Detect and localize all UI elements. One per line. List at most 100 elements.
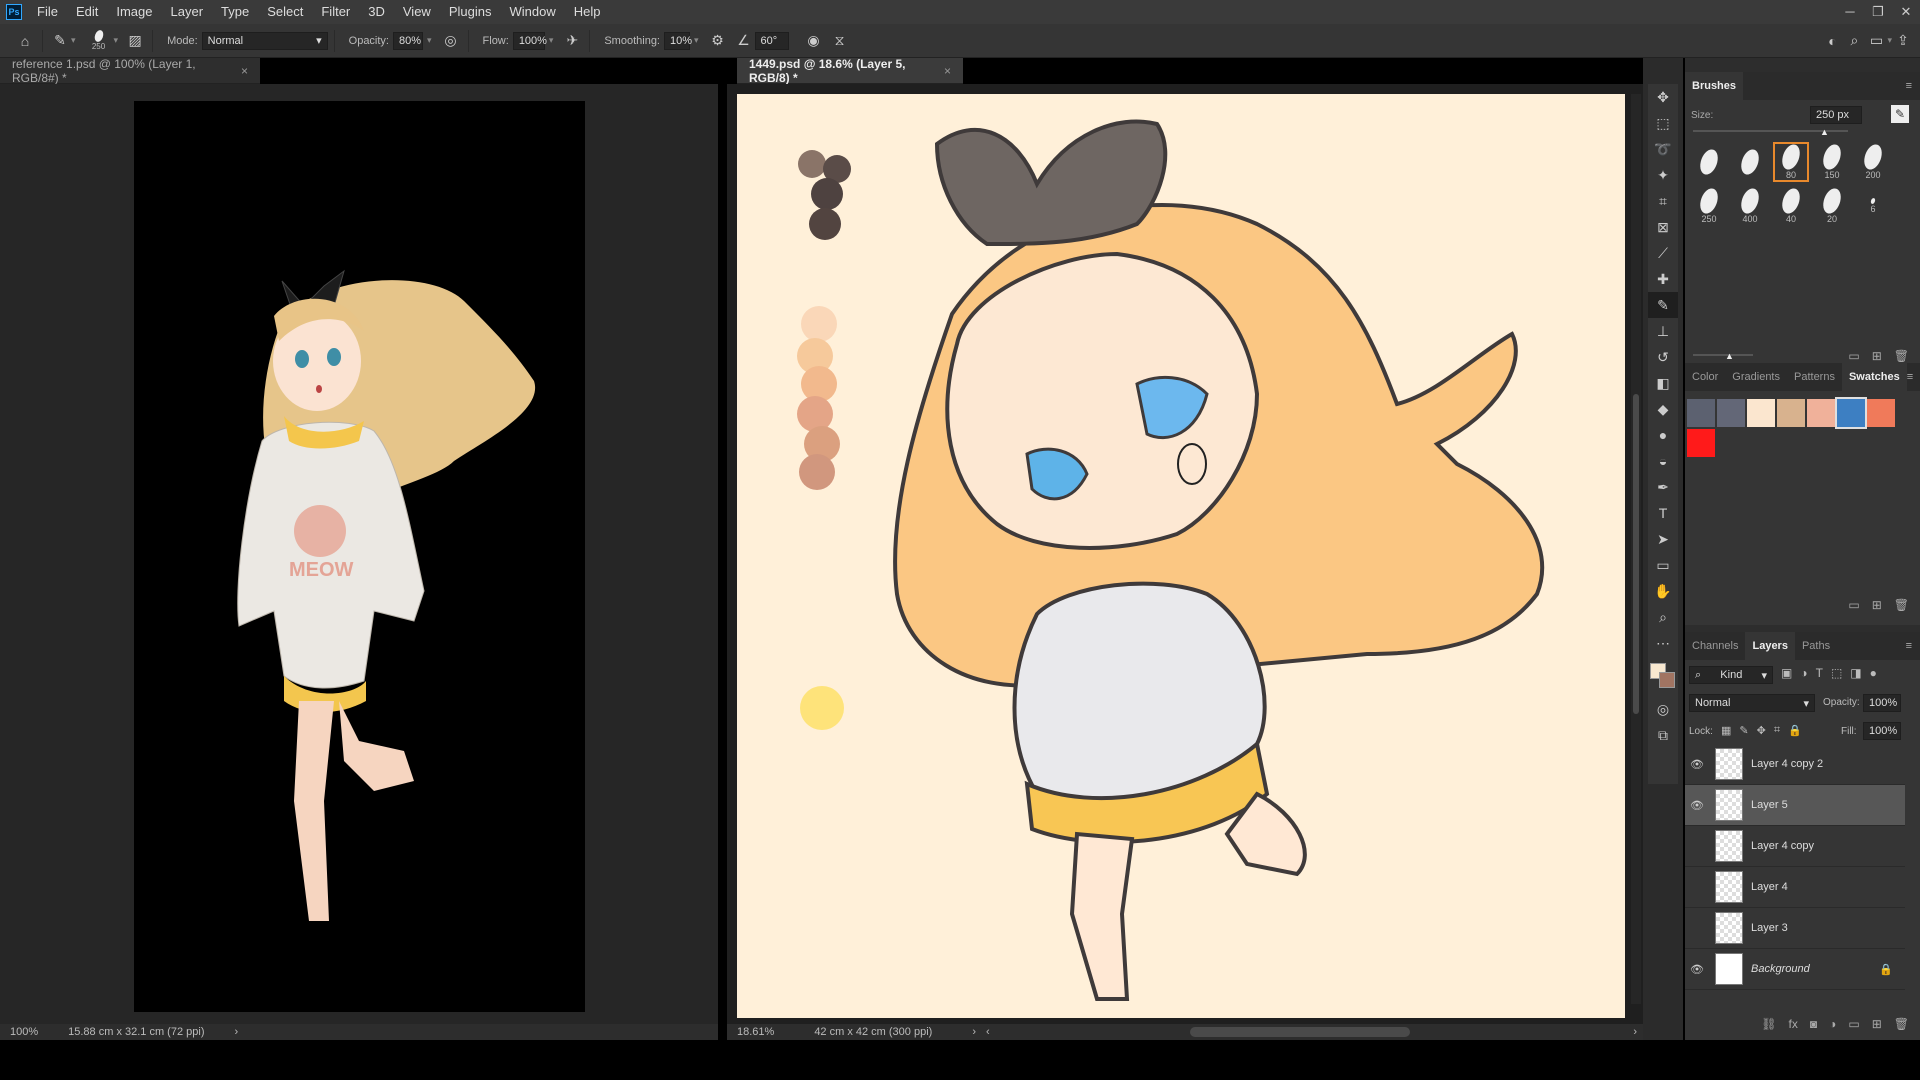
chevron-down-icon[interactable]: ▾ bbox=[549, 35, 554, 46]
path-select-icon[interactable]: ➤ bbox=[1648, 526, 1678, 552]
tab-channels[interactable]: Channels bbox=[1685, 632, 1745, 660]
left-zoom-value[interactable]: 100% bbox=[10, 1026, 38, 1038]
opacity-field[interactable]: 80% bbox=[393, 31, 423, 50]
brush-preset-2[interactable] bbox=[1732, 142, 1768, 182]
tab-color[interactable]: Color bbox=[1685, 363, 1725, 391]
painting-document-area[interactable] bbox=[727, 84, 1643, 1024]
background-color[interactable] bbox=[1659, 672, 1675, 688]
layer-row[interactable]: Layer 4 copy bbox=[1685, 826, 1905, 867]
layer-opacity-field[interactable]: 100% bbox=[1863, 694, 1901, 712]
adjustment-filter-icon[interactable]: ◑ bbox=[1800, 666, 1807, 680]
adjustment-icon[interactable]: ◑ bbox=[1829, 1017, 1836, 1031]
menu-plugins[interactable]: Plugins bbox=[440, 0, 501, 24]
brush-size-field[interactable]: 250 px bbox=[1810, 106, 1862, 124]
swatch-5[interactable] bbox=[1807, 399, 1835, 427]
layer-row[interactable]: Layer 3 bbox=[1685, 908, 1905, 949]
pressure-opacity-icon[interactable]: ◎ bbox=[440, 30, 462, 52]
type-filter-icon[interactable]: T bbox=[1816, 666, 1823, 680]
menu-help[interactable]: Help bbox=[565, 0, 610, 24]
pen-tool-icon[interactable]: ✒ bbox=[1648, 474, 1678, 500]
fx-icon[interactable]: fx bbox=[1789, 1017, 1798, 1031]
layer-name[interactable]: Layer 4 bbox=[1751, 881, 1788, 893]
lock-transparency-icon[interactable]: ▦ bbox=[1721, 724, 1731, 737]
more-tools-icon[interactable]: ⋯ bbox=[1648, 630, 1678, 656]
healing-brush-icon[interactable]: ✚ bbox=[1648, 266, 1678, 292]
filter-toggle-icon[interactable]: ● bbox=[1870, 666, 1877, 680]
screen-mode-icon[interactable]: ⧉ bbox=[1648, 722, 1678, 748]
eye-icon[interactable]: 👁 bbox=[1685, 799, 1709, 812]
panel-menu-icon[interactable]: ≡ bbox=[1906, 640, 1912, 652]
tab-reference[interactable]: reference 1.psd @ 100% (Layer 1, RGB/8#)… bbox=[0, 57, 260, 85]
brush-preset-6[interactable]: 250 bbox=[1691, 186, 1727, 226]
layer-name[interactable]: Layer 4 copy bbox=[1751, 840, 1814, 852]
brush-preset-5[interactable]: 200 bbox=[1855, 142, 1891, 182]
menu-image[interactable]: Image bbox=[107, 0, 161, 24]
history-brush-icon[interactable]: ↺ bbox=[1648, 344, 1678, 370]
brush-tool-icon[interactable]: ✎ bbox=[1648, 292, 1678, 318]
chevron-right-icon[interactable]: › bbox=[234, 1026, 238, 1038]
eraser-tool-icon[interactable]: ◧ bbox=[1648, 370, 1678, 396]
menu-edit[interactable]: Edit bbox=[67, 0, 107, 24]
brush-preset-9[interactable]: 20 bbox=[1814, 186, 1850, 226]
minimize-icon[interactable]: ─ bbox=[1836, 4, 1864, 20]
angle-field[interactable]: 60° bbox=[754, 31, 789, 50]
share-icon[interactable]: ⇪ bbox=[1892, 30, 1914, 52]
gear-icon[interactable]: ⚙ bbox=[707, 30, 729, 52]
swatch-6[interactable] bbox=[1835, 397, 1867, 429]
swatch-7[interactable] bbox=[1867, 399, 1895, 427]
tab-1449[interactable]: 1449.psd @ 18.6% (Layer 5, RGB/8) * × bbox=[737, 57, 963, 85]
flow-field[interactable]: 100% bbox=[512, 31, 547, 50]
brush-settings-icon[interactable]: ▨ bbox=[124, 30, 146, 52]
horizontal-scrollbar-thumb[interactable] bbox=[1189, 1027, 1410, 1037]
tab-gradients[interactable]: Gradients bbox=[1725, 363, 1787, 391]
menu-layer[interactable]: Layer bbox=[162, 0, 213, 24]
pressure-size-icon[interactable]: ◉ bbox=[803, 30, 825, 52]
close-icon[interactable]: × bbox=[241, 64, 248, 78]
layer-thumbnail[interactable] bbox=[1715, 953, 1743, 985]
trash-icon[interactable]: 🗑 bbox=[1894, 598, 1909, 612]
paint-bucket-icon[interactable]: ◆ bbox=[1648, 396, 1678, 422]
search-icon[interactable]: ⌕ bbox=[1843, 30, 1865, 52]
trash-icon[interactable]: 🗑 bbox=[1894, 349, 1909, 363]
swatch-4[interactable] bbox=[1777, 399, 1805, 427]
tab-brushes[interactable]: Brushes bbox=[1685, 72, 1744, 100]
layer-name[interactable]: Layer 3 bbox=[1751, 922, 1788, 934]
type-tool-icon[interactable]: T bbox=[1648, 500, 1678, 526]
lasso-tool-icon[interactable]: ➰ bbox=[1648, 136, 1678, 162]
home-icon[interactable]: ⌂ bbox=[14, 30, 36, 52]
move-tool-icon[interactable]: ✥ bbox=[1648, 84, 1678, 110]
layer-name[interactable]: Layer 4 copy 2 bbox=[1751, 758, 1823, 770]
layer-row[interactable]: 👁 Layer 5 bbox=[1685, 785, 1905, 826]
quick-mask-icon[interactable]: ◎ bbox=[1648, 696, 1678, 722]
size-slider-handle[interactable]: ▲ bbox=[1820, 127, 1829, 137]
layer-row[interactable]: Layer 4 bbox=[1685, 867, 1905, 908]
chevron-right-icon[interactable]: › bbox=[1633, 1026, 1637, 1038]
panel-menu-icon[interactable]: ≡ bbox=[1906, 80, 1912, 92]
airbrush-icon[interactable]: ✈ bbox=[561, 30, 583, 52]
hand-tool-icon[interactable]: ✋ bbox=[1648, 578, 1678, 604]
shape-tool-icon[interactable]: ▭ bbox=[1648, 552, 1678, 578]
layer-filter-select[interactable]: ⌕ Kind ▾ bbox=[1689, 666, 1773, 684]
eyedropper-icon[interactable]: ⟋ bbox=[1648, 240, 1678, 266]
image-filter-icon[interactable]: ▣ bbox=[1781, 666, 1792, 680]
menu-file[interactable]: File bbox=[28, 0, 67, 24]
brush-preset-8[interactable]: 40 bbox=[1773, 186, 1809, 226]
layer-thumbnail[interactable] bbox=[1715, 748, 1743, 780]
brush-tool-preset-icon[interactable]: ✎ bbox=[49, 30, 71, 52]
crop-tool-icon[interactable]: ⌗ bbox=[1648, 188, 1678, 214]
chevron-down-icon[interactable]: ▾ bbox=[427, 35, 432, 46]
menu-view[interactable]: View bbox=[394, 0, 440, 24]
folder-icon[interactable]: ▭ bbox=[1848, 349, 1859, 363]
menu-type[interactable]: Type bbox=[212, 0, 258, 24]
add-icon[interactable]: ⊞ bbox=[1872, 349, 1882, 363]
chevron-left-icon[interactable]: ‹ bbox=[986, 1026, 990, 1038]
restore-icon[interactable]: ❐ bbox=[1864, 4, 1892, 20]
close-icon[interactable]: × bbox=[944, 64, 951, 78]
smart-object-filter-icon[interactable]: ◨ bbox=[1850, 666, 1861, 680]
scrollbar-thumb[interactable] bbox=[1633, 394, 1639, 714]
symmetry-icon[interactable]: ⧖ bbox=[829, 30, 851, 52]
folder-icon[interactable]: ▭ bbox=[1848, 598, 1859, 612]
link-icon[interactable]: ⛓ bbox=[1761, 1017, 1776, 1031]
tab-paths[interactable]: Paths bbox=[1795, 632, 1837, 660]
menu-filter[interactable]: Filter bbox=[312, 0, 359, 24]
